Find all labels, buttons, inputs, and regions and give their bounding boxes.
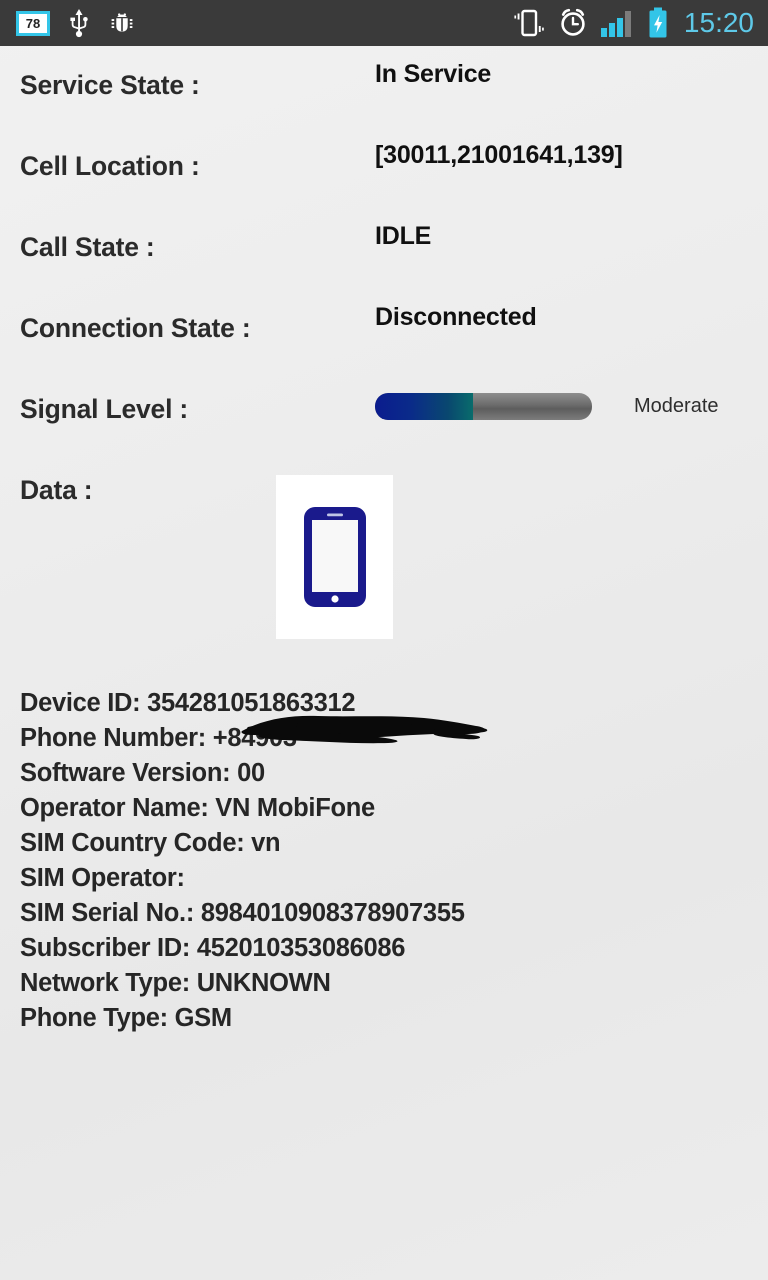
row-cell-location: Cell Location : [30011,21001641,139]	[0, 127, 768, 208]
info-phone-number: Phone Number: +84903	[20, 715, 740, 756]
row-signal-level: Signal Level : Moderate	[0, 370, 768, 451]
value-cell-location: [30011,21001641,139]	[375, 141, 623, 169]
status-bar-clock: 15:20	[683, 7, 754, 38]
signal-bars-icon	[600, 11, 631, 37]
device-info-block: Device ID: 354281051863312 Phone Number:…	[20, 686, 740, 1036]
info-sim-country-code: SIM Country Code: vn	[20, 829, 281, 857]
info-sim-operator: SIM Operator:	[20, 864, 185, 892]
row-call-state: Call State : IDLE	[0, 208, 768, 289]
vibrate-icon	[514, 9, 544, 37]
info-device-id: Device ID: 354281051863312	[20, 689, 356, 717]
smartphone-icon	[303, 507, 366, 607]
label-call-state: Call State :	[20, 232, 155, 262]
info-network-type: Network Type: UNKNOWN	[20, 969, 331, 997]
value-connection-state: Disconnected	[375, 303, 537, 331]
usb-icon	[70, 9, 88, 38]
row-service-state: Service State : In Service	[0, 46, 768, 127]
label-service-state: Service State :	[20, 70, 200, 100]
signal-level-progressbar-fill	[375, 393, 473, 420]
info-phone-number-text: Phone Number: +84903	[20, 724, 297, 752]
signal-level-group: Moderate	[375, 370, 719, 420]
signal-level-description: Moderate	[634, 395, 719, 417]
app-screen: 78 15:20 Service State: In Service Cell…	[0, 0, 768, 1280]
value-service-state: In Service	[375, 60, 492, 88]
label-connection-state: Connection State :	[20, 313, 251, 343]
status-bar-left-icons: 78	[16, 8, 136, 38]
row-connection-state: Connection State : Disconnected	[0, 289, 768, 370]
telephony-info-panel: Service State : In Service Cell Location…	[0, 46, 768, 532]
signal-level-progressbar[interactable]	[375, 393, 592, 420]
info-software-version: Software Version: 00	[20, 759, 265, 787]
label-signal-level: Signal Level :	[20, 394, 189, 424]
info-phone-type: Phone Type: GSM	[20, 1004, 232, 1032]
info-sim-serial: SIM Serial No.: 8984010908378907355	[20, 899, 465, 927]
alarm-clock-icon	[561, 8, 585, 36]
battery-charging-icon	[649, 7, 667, 38]
download-badge-label: 78	[19, 13, 47, 33]
value-call-state: IDLE	[375, 222, 432, 250]
status-bar: 78 15:20	[0, 0, 768, 46]
info-operator-name: Operator Name: VN MobiFone	[20, 794, 375, 822]
data-icon-box	[276, 475, 393, 639]
android-debug-bug-icon	[111, 13, 133, 32]
download-badge-icon: 78	[16, 10, 50, 36]
status-bar-right-icons: 15:20	[512, 7, 754, 39]
info-subscriber-id: Subscriber ID: 452010353086086	[20, 934, 406, 962]
label-cell-location: Cell Location :	[20, 151, 200, 181]
